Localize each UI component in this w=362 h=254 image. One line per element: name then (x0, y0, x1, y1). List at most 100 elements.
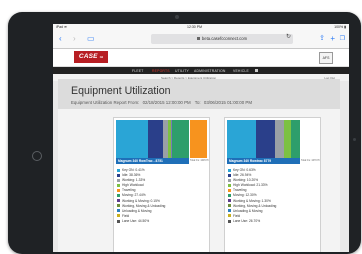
utilization-legend: Key ON: 0.63% Idle: 26.94% Working: 10.20%… (228, 168, 276, 224)
title-band: Equipment Utilization Equipment Utilizat… (58, 79, 340, 109)
legend-swatch (228, 168, 231, 172)
stack-segment (275, 120, 284, 158)
logo-sub: IH (99, 55, 104, 59)
lock-icon (255, 68, 258, 72)
legend-swatch (228, 219, 231, 223)
legend-label: Working: 1.33% (122, 178, 146, 183)
page-title: Equipment Utilization (71, 85, 171, 97)
legend-swatch (117, 209, 120, 213)
logo-text: CASE (78, 53, 98, 60)
legend-label: Idle: 38.36% (122, 173, 141, 178)
bookmarks-icon[interactable]: ▭ (87, 34, 95, 43)
utilization-legend: Key ON: 0.41% Idle: 38.36% Working: 1.33% H… (117, 168, 165, 224)
legend-label: Traveling (233, 188, 247, 193)
stack-segment (291, 120, 300, 158)
total-hours: Total hrs: 1045 Hr (190, 159, 209, 162)
carrier-label: iPad ≋ (56, 25, 67, 29)
side-sensor-icon (353, 138, 356, 141)
legend-swatch (228, 199, 231, 203)
home-button[interactable] (32, 151, 42, 161)
legend-swatch (117, 168, 120, 172)
main-nav: FLEET REPORTS UTILITY ADMINISTRATION VEH… (53, 67, 349, 74)
legend-label: High Workload (122, 183, 144, 188)
utilization-stack-bar (116, 120, 189, 158)
to-label: To: (194, 100, 201, 105)
legend-label: Field (122, 213, 130, 218)
equipment-name[interactable]: Magnum 340 RowTrac - 8751 (116, 158, 189, 164)
legend-swatch (228, 209, 231, 213)
legend-swatch (228, 204, 231, 208)
equipment-card[interactable]: Magnum 340 RowTrac - 8751 Total hrs: 104… (113, 117, 210, 252)
reload-icon[interactable]: ↻ (286, 33, 291, 40)
site-header: CASE IH AFS (53, 49, 349, 67)
new-tab-icon[interactable]: + (330, 34, 335, 43)
legend-item: Lane Use: 44.50% (117, 219, 165, 224)
legend-label: Unloading & Moving (233, 208, 263, 213)
equipment-card[interactable]: Magnum 340 Rowtrac 8779 Total hrs: 1070 … (224, 117, 321, 252)
legend-swatch (117, 189, 120, 192)
nav-item-reports[interactable]: REPORTS (152, 69, 170, 73)
legend-swatch (117, 204, 120, 208)
legend-label: Idle: 26.94% (233, 173, 252, 178)
legend-label: Moving: 12.30% (233, 193, 257, 198)
legend-label: Unloading & Moving (122, 208, 152, 213)
legend-label: High Workload: 21.33% (233, 183, 268, 188)
legend-label: Working, Moving & Unloading (233, 203, 277, 208)
address-bar[interactable]: beta.casefcconnect.com (151, 34, 293, 44)
legend-swatch (117, 214, 120, 218)
stack-segment (256, 120, 276, 158)
nav-item-administration[interactable]: ADMINISTRATION (194, 69, 226, 73)
nav-item-vehicle[interactable]: VEHICLE (233, 69, 249, 73)
legend-label: Moving: 27.44% (122, 193, 146, 198)
report-page: Equipment Utilization Equipment Utilizat… (58, 79, 340, 252)
screen: iPad ≋ 12:30 PM 100% ▮ ‹ › ▭ beta.casefc… (53, 24, 349, 252)
battery-label: 100% ▮ (334, 25, 346, 29)
report-range: Equipment Utilization Report From: 02/18… (71, 100, 255, 105)
legend-label: Working, Moving & Unloading (122, 203, 166, 208)
legend-label: Working & Moving: 1.30% (233, 198, 271, 203)
lock-icon (196, 37, 200, 41)
traveling-bar (190, 120, 207, 158)
to-date: 03/06/2015 01:00:00 PM (203, 100, 252, 105)
legend-label: Lane Use: 26.70% (233, 218, 261, 223)
legend-label: Working: 10.20% (233, 178, 259, 183)
nav-item-utility[interactable]: UTILITY (175, 69, 189, 73)
legend-label: Key ON: 0.41% (122, 168, 145, 172)
legend-swatch (117, 194, 120, 198)
status-bar: iPad ≋ 12:30 PM 100% ▮ (53, 24, 349, 31)
legend-swatch (117, 183, 120, 187)
equipment-name[interactable]: Magnum 340 Rowtrac 8779 (227, 158, 300, 164)
legend-label: Lane Use: 44.50% (122, 218, 150, 223)
legend-swatch (228, 173, 231, 177)
forward-icon[interactable]: › (73, 34, 76, 43)
legend-swatch (228, 214, 231, 218)
stack-segment (172, 120, 189, 158)
utilization-stack-bar (227, 120, 300, 158)
case-ih-logo[interactable]: CASE IH (74, 51, 108, 63)
legend-swatch (228, 183, 231, 187)
legend-swatch (117, 199, 120, 203)
camera-icon (175, 15, 179, 19)
legend-swatch (117, 219, 120, 223)
browser-toolbar: ‹ › ▭ beta.casefcconnect.com ↻ ⇪ + ❐ (53, 31, 349, 49)
legend-label: Traveling (122, 188, 136, 193)
share-icon[interactable]: ⇪ (319, 34, 325, 43)
stack-segment (148, 120, 163, 158)
legend-swatch (228, 194, 231, 198)
legend-swatch (117, 178, 120, 182)
legend-swatch (228, 189, 231, 192)
total-hours: Total hrs: 1070 Hr (301, 159, 320, 162)
stack-segment (283, 120, 292, 158)
legend-swatch (117, 173, 120, 177)
stack-segment (116, 120, 149, 158)
nav-item-fleet[interactable]: FLEET (132, 69, 144, 73)
legend-label: Key ON: 0.63% (233, 168, 256, 172)
back-icon[interactable]: ‹ (59, 34, 62, 43)
report-range-label: Equipment Utilization Report From: (71, 100, 140, 105)
tabs-icon[interactable]: ❐ (340, 35, 345, 44)
legend-label: Field (233, 213, 241, 218)
equipment-cards: Magnum 340 RowTrac - 8751 Total hrs: 104… (58, 109, 340, 252)
legend-swatch (228, 178, 231, 182)
legend-label: Working & Moving: 0.15% (122, 198, 160, 203)
stack-segment (227, 120, 257, 158)
